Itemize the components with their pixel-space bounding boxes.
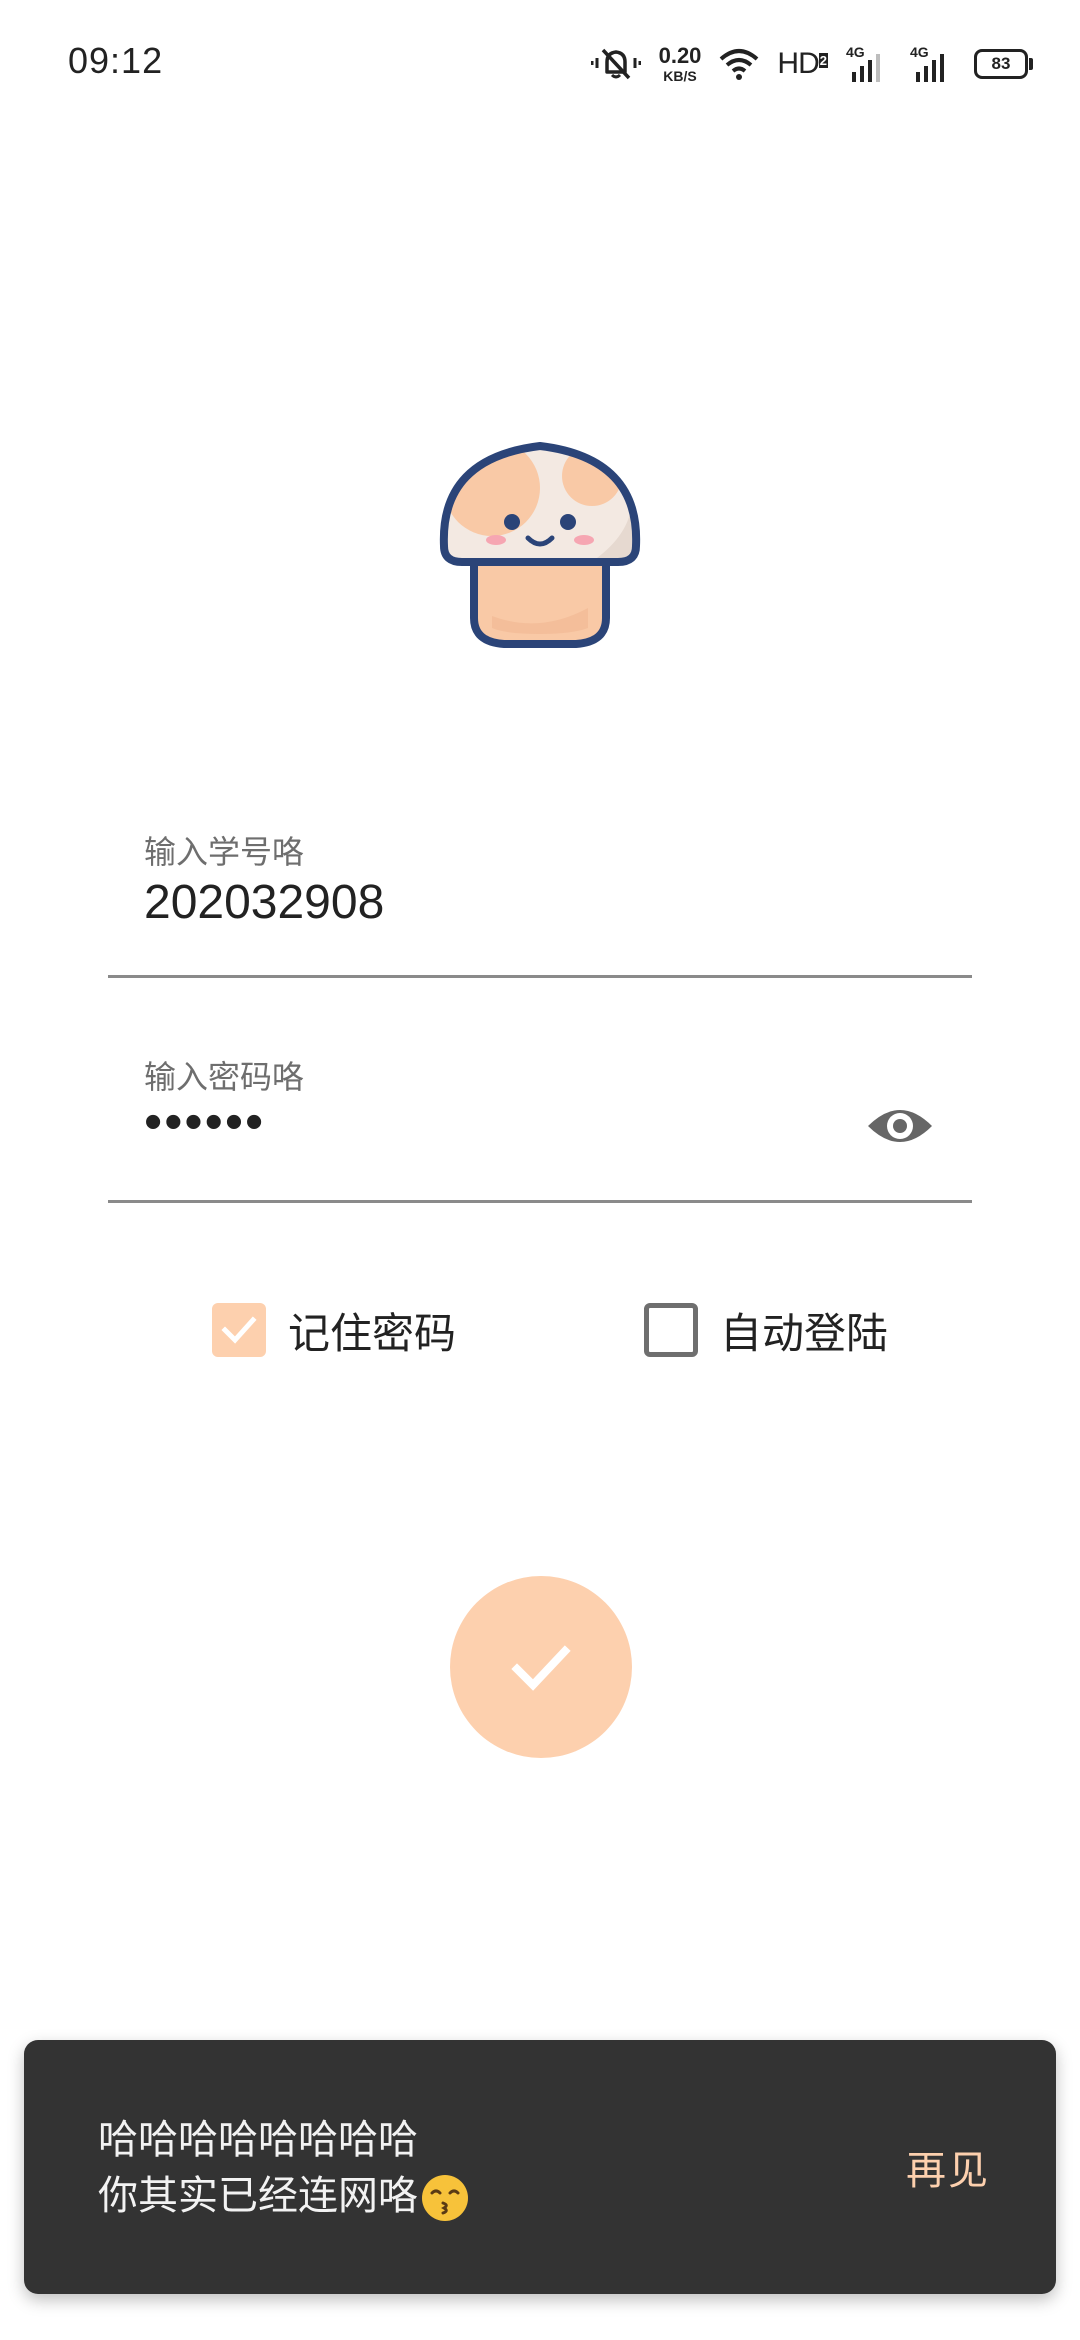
- remember-password-label: 记住密码: [288, 1308, 457, 1358]
- signal-bars-icon: [852, 54, 880, 82]
- password-input[interactable]: ••••••: [144, 1092, 265, 1152]
- snackbar-action-button[interactable]: 再见: [906, 2138, 990, 2196]
- kissing-face-icon: [422, 2175, 468, 2221]
- hd-label: HD: [777, 47, 819, 80]
- student-id-field[interactable]: 输入学号咯 202032908: [108, 815, 972, 978]
- status-bar: 09:12 0.20 KB/S HD 2 4G 4G 83: [0, 0, 1080, 130]
- status-time: 09:12: [68, 40, 164, 81]
- auto-login-checkbox[interactable]: [644, 1303, 698, 1357]
- remember-password-option[interactable]: 记住密码: [212, 1300, 456, 1360]
- signal-bars-icon: [916, 54, 944, 82]
- hd-sub-label: 2: [818, 53, 828, 68]
- network-speed-unit: KB/S: [663, 68, 697, 84]
- snackbar-line-2-wrap: 你其实已经连网咯: [98, 2168, 470, 2224]
- remember-password-checkbox[interactable]: [212, 1303, 266, 1357]
- signal-sim1: 4G: [846, 44, 892, 84]
- snackbar-line-1: 哈哈哈哈哈哈哈哈: [98, 2117, 418, 2163]
- snackbar-line-2: 你其实已经连网咯: [98, 2173, 418, 2219]
- mushroom-logo: [439, 442, 641, 648]
- battery-indicator: 83: [974, 49, 1033, 79]
- network-speed-value: 0.20: [658, 43, 702, 68]
- student-id-input[interactable]: 202032908: [144, 875, 384, 930]
- hd-voice-indicator: HD 2: [777, 47, 828, 81]
- vibrate-mute-icon: [590, 48, 641, 80]
- wifi-icon: [720, 49, 759, 80]
- auto-login-label: 自动登陆: [720, 1308, 889, 1358]
- student-id-label: 输入学号咯: [144, 833, 305, 871]
- signal-sim2: 4G: [910, 44, 956, 84]
- snackbar: 哈哈哈哈哈哈哈哈 你其实已经连网咯 再见: [24, 2040, 1056, 2294]
- password-field[interactable]: 输入密码咯 ••••••: [108, 1040, 972, 1203]
- checkmark-icon: [221, 1316, 257, 1344]
- check-icon: [511, 1645, 571, 1691]
- status-icons: 0.20 KB/S HD 2 4G 4G 83: [590, 42, 1033, 86]
- eye-icon[interactable]: [864, 1090, 936, 1162]
- login-submit-button[interactable]: [450, 1576, 632, 1758]
- auto-login-option[interactable]: 自动登陆: [644, 1300, 888, 1360]
- network-speed: 0.20 KB/S: [658, 43, 702, 84]
- snackbar-message: 哈哈哈哈哈哈哈哈 你其实已经连网咯: [98, 2112, 470, 2224]
